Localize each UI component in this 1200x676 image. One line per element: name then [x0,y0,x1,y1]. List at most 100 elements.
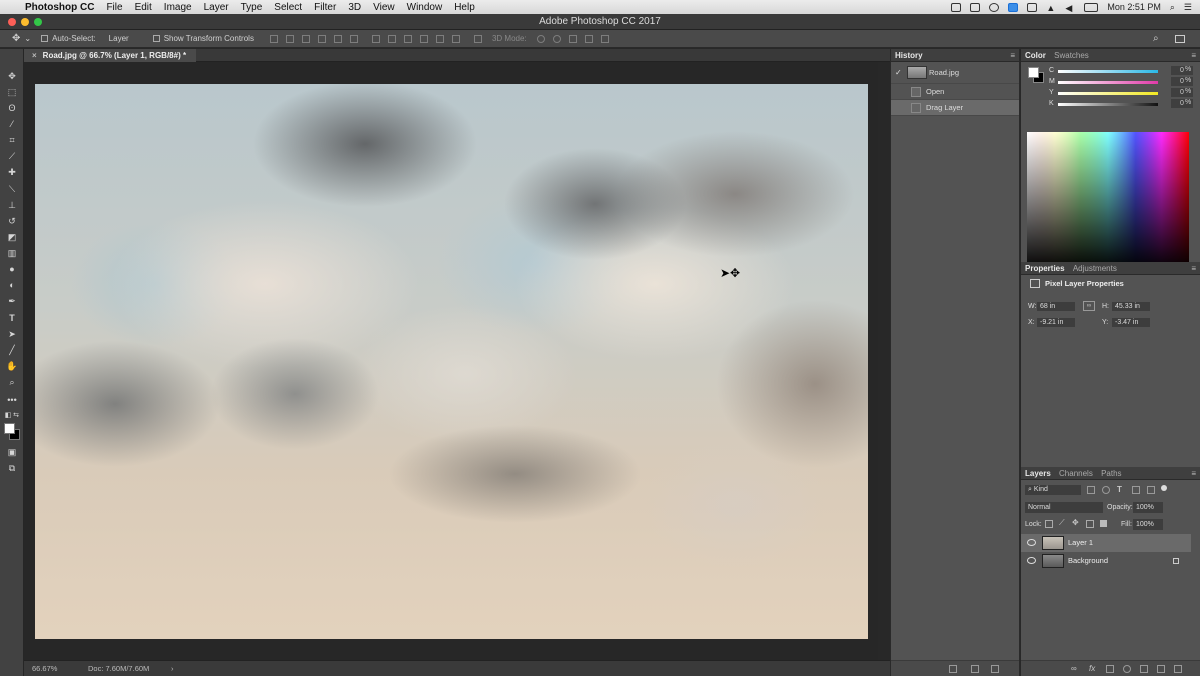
hand-tool-icon[interactable]: ✋ [4,359,20,373]
clone-stamp-tool-icon[interactable]: ⊥ [4,198,20,212]
lock-all-icon[interactable] [1100,520,1107,527]
document-tab[interactable]: × Road.jpg @ 66.7% (Layer 1, RGB/8#) * [24,49,197,62]
link-layers-icon[interactable]: ∞ [1071,664,1077,673]
quick-mask-icon[interactable]: ▣ [4,445,20,459]
filter-shape-icon[interactable] [1132,486,1140,494]
status-menu-arrow-icon[interactable]: › [171,661,174,676]
path-selection-tool-icon[interactable]: ➤ [4,327,20,341]
align-right-icon[interactable] [349,34,358,43]
history-state-selected[interactable]: Drag Layer [891,100,1019,116]
layer-filter-dropdown[interactable]: ⌕ Kind [1025,485,1081,495]
brush-tool-icon[interactable]: ⟍ [4,182,20,196]
black-slider[interactable] [1058,103,1158,106]
menu-view[interactable]: View [367,2,401,13]
workspace-icon[interactable] [1175,34,1185,43]
menu-help[interactable]: Help [448,2,481,13]
visibility-eye-icon[interactable] [1027,557,1036,564]
align-hcenter-icon[interactable] [333,34,342,43]
airplay-icon[interactable] [1027,2,1038,12]
healing-brush-tool-icon[interactable]: ✚ [4,165,20,179]
opacity-field[interactable]: 100% [1133,502,1163,513]
delete-state-icon[interactable] [991,665,999,673]
dropbox-icon[interactable] [1008,2,1019,12]
3d-slide-icon[interactable] [584,34,593,43]
menu-app-name[interactable]: Photoshop CC [19,2,100,13]
align-left-icon[interactable] [317,34,326,43]
adjustment-layer-icon[interactable] [1123,665,1131,673]
screen-mode-icon[interactable]: ⧉ [4,461,20,475]
3d-pan-icon[interactable] [568,34,577,43]
history-tab[interactable]: History [895,51,923,60]
blend-mode-dropdown[interactable]: Normal [1025,502,1103,513]
distribute-bottom-icon[interactable] [403,34,412,43]
image-canvas[interactable] [35,84,868,639]
zoom-tool-icon[interactable]: ⌕ [4,375,20,389]
filter-adjustment-icon[interactable] [1102,486,1110,494]
layer-thumbnail[interactable] [1042,554,1064,568]
blur-tool-icon[interactable]: ● [4,262,20,276]
swatches-tab[interactable]: Swatches [1054,51,1089,60]
tool-preset-dropdown-icon[interactable]: ⌄ [24,34,31,43]
auto-align-icon[interactable] [473,34,482,43]
more-tools-icon[interactable]: ••• [4,393,20,407]
default-colors-icon[interactable]: ◧ [4,409,12,423]
line-tool-icon[interactable]: ╱ [4,343,20,357]
type-tool-icon[interactable]: T [4,311,20,325]
layer-row-background[interactable]: Background [1021,552,1191,570]
yellow-slider[interactable] [1058,92,1158,95]
menu-select[interactable]: Select [268,2,308,13]
distribute-left-icon[interactable] [419,34,428,43]
color-menu-icon[interactable]: ≡ [1191,49,1196,62]
align-top-icon[interactable] [269,34,278,43]
layer-row-layer-1[interactable]: Layer 1 [1021,534,1191,552]
swap-colors-icon[interactable]: ⇆ [12,409,20,423]
battery-icon[interactable] [1084,2,1099,12]
menu-3d[interactable]: 3D [342,2,367,13]
3d-roll-icon[interactable] [552,34,561,43]
history-snapshot[interactable]: ✓ Road.jpg [891,62,1019,84]
snapshot-source-icon[interactable]: ✓ [895,62,902,84]
new-layer-icon[interactable] [1157,665,1165,673]
fill-field[interactable]: 100% [1133,519,1163,530]
canvas-area[interactable]: ➤✥ [24,62,878,660]
foreground-color-swatch[interactable] [4,423,15,434]
move-tool-icon[interactable]: ✥ [12,33,20,44]
visibility-eye-icon[interactable] [1027,539,1036,546]
layer-style-icon[interactable]: fx [1089,664,1095,673]
height-field[interactable]: 45.33 in [1112,302,1150,311]
marquee-tool-icon[interactable]: ⬚ [4,85,20,99]
auto-select-checkbox[interactable] [41,35,49,42]
menu-edit[interactable]: Edit [129,2,158,13]
gradient-tool-icon[interactable]: ▥ [4,246,20,260]
close-tab-icon[interactable]: × [32,51,37,60]
lock-position-icon[interactable]: ✥ [1072,518,1079,527]
layer-thumbnail[interactable] [1042,536,1064,550]
layers-menu-icon[interactable]: ≡ [1191,467,1196,480]
adjustments-tab[interactable]: Adjustments [1073,264,1117,273]
filter-type-icon[interactable]: T [1117,485,1122,494]
search-icon[interactable]: ⌕ [1153,33,1159,44]
distribute-top-icon[interactable] [371,34,380,43]
y-field[interactable]: -3.47 in [1112,318,1150,327]
spotlight-icon[interactable]: ⌕ [1170,2,1175,13]
close-window-button[interactable] [8,18,16,26]
move-tool-icon[interactable]: ✥ [4,69,20,83]
history-brush-tool-icon[interactable]: ↺ [4,214,20,228]
paths-tab[interactable]: Paths [1101,469,1121,478]
notification-center-icon[interactable]: ☰ [1184,2,1192,13]
3d-rotate-icon[interactable] [536,34,545,43]
lock-image-icon[interactable]: ⟋ [1059,518,1065,528]
color-tab[interactable]: Color [1025,51,1046,60]
layer-name[interactable]: Layer 1 [1068,534,1093,552]
menu-window[interactable]: Window [401,2,449,13]
x-field[interactable]: -9.21 in [1037,318,1075,327]
zoom-window-button[interactable] [34,18,42,26]
menu-type[interactable]: Type [235,2,269,13]
delete-layer-icon[interactable] [1174,665,1182,673]
distribute-hcenter-icon[interactable] [435,34,444,43]
filter-toggle-icon[interactable] [1161,485,1167,491]
auto-select-dropdown[interactable]: Layer [106,34,143,43]
add-mask-icon[interactable] [1106,665,1114,673]
filter-smart-object-icon[interactable] [1147,486,1155,494]
history-menu-icon[interactable]: ≡ [1010,49,1015,62]
